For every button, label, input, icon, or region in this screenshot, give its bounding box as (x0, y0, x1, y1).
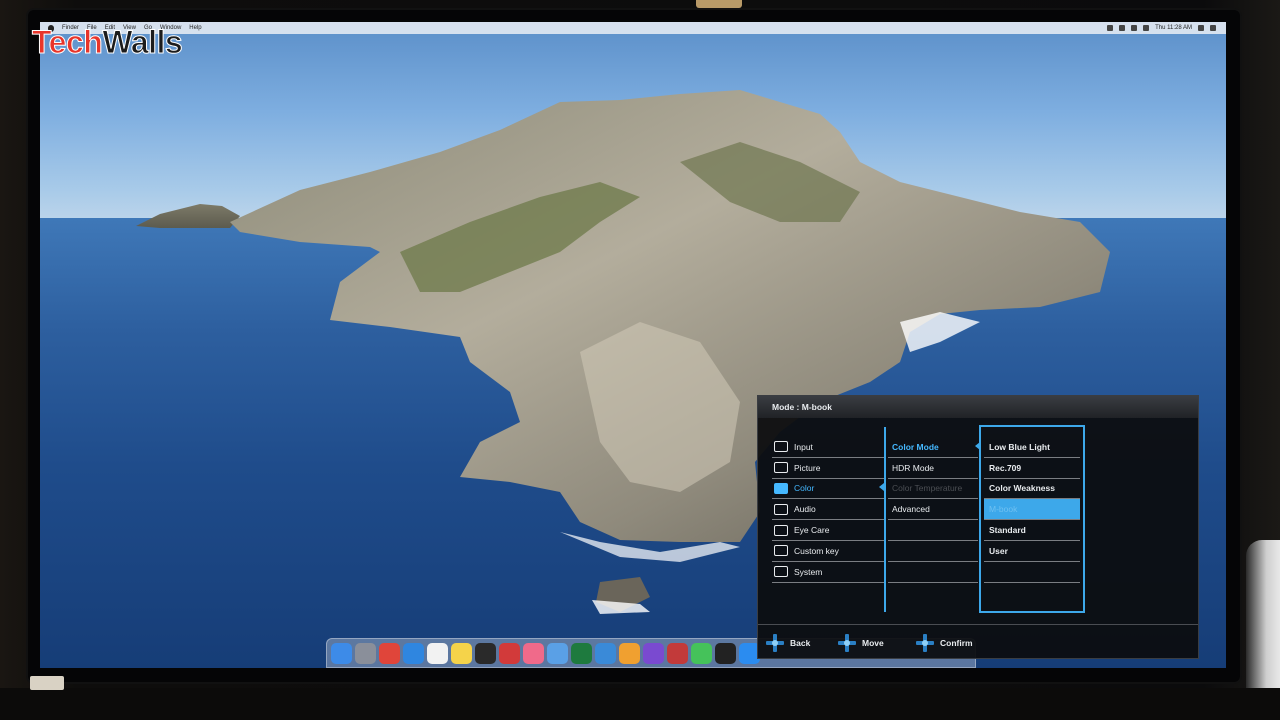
dock-photos-icon[interactable] (619, 642, 640, 664)
osd-back-hint[interactable]: Back (766, 634, 810, 652)
audio-icon (774, 503, 788, 515)
osd-category-system[interactable]: System (772, 562, 886, 583)
osd-category-label: Input (794, 441, 813, 452)
joystick-press-icon (916, 634, 934, 652)
osd-divider (884, 427, 886, 612)
osd-mode-label: User (989, 545, 1008, 556)
osd-arrow-mode-icon (975, 442, 980, 450)
eye-care-icon (774, 524, 788, 536)
joystick-updown-icon (838, 634, 856, 652)
osd-mode-user[interactable]: User (984, 541, 1080, 562)
osd-mode-low-blue-light[interactable]: Low Blue Light (984, 437, 1080, 458)
status-area: Thu 11:28 AM (1107, 25, 1216, 31)
input-icon (774, 441, 788, 453)
osd-option-empty (888, 541, 978, 562)
mac-menu-bar: Finder File Edit View Go Window Help Thu… (40, 22, 1226, 34)
osd-category-label: Picture (794, 462, 821, 473)
cloud-icon[interactable] (1107, 25, 1114, 31)
osd-category-list: Input Picture Color Audio Eye Care Custo… (772, 437, 886, 583)
osd-mode-label: Low Blue Light (989, 441, 1050, 452)
osd-title: Mode : M-book (758, 396, 1198, 418)
osd-mode-label: Rec.709 (989, 462, 1022, 473)
desk-lamp (30, 676, 64, 690)
osd-mode-rec709[interactable]: Rec.709 (984, 458, 1080, 479)
logo-part-1: Tech (31, 24, 103, 60)
osd-option-hdr-mode[interactable]: HDR Mode (888, 458, 978, 479)
dock-calendar-icon[interactable] (427, 642, 448, 664)
osd-category-label: Custom key (794, 545, 839, 556)
osd-mode-empty (984, 562, 1080, 583)
osd-category-custom-key[interactable]: Custom key (772, 541, 886, 562)
monitor-osd-menu: Mode : M-book Input Picture Color Audio … (757, 395, 1199, 659)
ceiling-light (696, 0, 742, 8)
osd-category-label: Audio (794, 504, 816, 515)
osd-category-label: System (794, 566, 823, 577)
osd-move-label: Move (862, 638, 884, 648)
dock-safari-icon[interactable] (403, 642, 424, 664)
osd-category-eye-care[interactable]: Eye Care (772, 520, 886, 541)
dock-preview-icon[interactable] (547, 642, 568, 664)
control-center-icon[interactable] (1210, 25, 1216, 31)
osd-option-empty (888, 562, 978, 583)
color-icon (774, 482, 788, 494)
dock-chrome-icon[interactable] (379, 642, 400, 664)
dock-launchpad-icon[interactable] (355, 642, 376, 664)
osd-mode-standard[interactable]: Standard (984, 520, 1080, 541)
osd-category-picture[interactable]: Picture (772, 458, 886, 479)
osd-category-color[interactable]: Color (772, 479, 886, 500)
dock-final-cut-icon[interactable] (643, 642, 664, 664)
volume-icon[interactable] (1131, 25, 1138, 31)
osd-mode-m-book[interactable]: M-book (984, 499, 1080, 521)
battery-icon[interactable] (1143, 25, 1150, 31)
osd-confirm-label: Confirm (940, 638, 973, 648)
osd-option-advanced[interactable]: Advanced (888, 499, 978, 521)
picture-icon (774, 462, 788, 474)
dock-quicktime-icon[interactable] (595, 642, 616, 664)
osd-category-label: Eye Care (794, 525, 830, 536)
dock-terminal-icon[interactable] (715, 642, 736, 664)
osd-mode-label: Color Weakness (989, 483, 1055, 494)
dock-no-entry-icon[interactable] (499, 642, 520, 664)
osd-confirm-hint[interactable]: Confirm (916, 634, 973, 652)
osd-footer-divider (758, 624, 1198, 625)
osd-move-hint[interactable]: Move (838, 634, 884, 652)
dock-music-icon[interactable] (523, 642, 544, 664)
osd-arrow-left-icon (879, 483, 884, 491)
menu-clock[interactable]: Thu 11:28 AM (1155, 25, 1192, 31)
menu-help[interactable]: Help (189, 25, 201, 31)
osd-color-options: Color Mode HDR Mode Color Temperature Ad… (888, 437, 978, 583)
desk-edge (0, 688, 1280, 720)
osd-mode-color-weakness[interactable]: Color Weakness (984, 479, 1080, 500)
osd-category-label: Color (794, 483, 815, 494)
osd-option-color-mode[interactable]: Color Mode (888, 437, 978, 458)
dock-photo-booth-icon[interactable] (667, 642, 688, 664)
osd-category-input[interactable]: Input (772, 437, 886, 458)
spotlight-icon[interactable] (1198, 25, 1204, 31)
logo-part-2: Walls (102, 24, 183, 60)
dock-notes-icon[interactable] (451, 642, 472, 664)
dock-excel-icon[interactable] (571, 642, 592, 664)
osd-mode-label: Standard (989, 525, 1026, 536)
joystick-left-icon (766, 634, 784, 652)
osd-option-empty (888, 520, 978, 541)
wifi-icon[interactable] (1119, 25, 1126, 31)
system-icon (774, 566, 788, 578)
osd-mode-list: Low Blue Light Rec.709 Color Weakness M-… (984, 437, 1080, 583)
techwalls-logo: TechWalls (31, 24, 183, 60)
custom-key-icon (774, 545, 788, 557)
osd-mode-label: M-book (989, 504, 1018, 515)
osd-category-audio[interactable]: Audio (772, 499, 886, 521)
osd-option-color-temperature: Color Temperature (888, 479, 978, 500)
dock-messages-icon[interactable] (691, 642, 712, 664)
dock-finder-icon[interactable] (331, 642, 352, 664)
dock-activity-monitor-icon[interactable] (475, 642, 496, 664)
osd-back-label: Back (790, 638, 811, 648)
